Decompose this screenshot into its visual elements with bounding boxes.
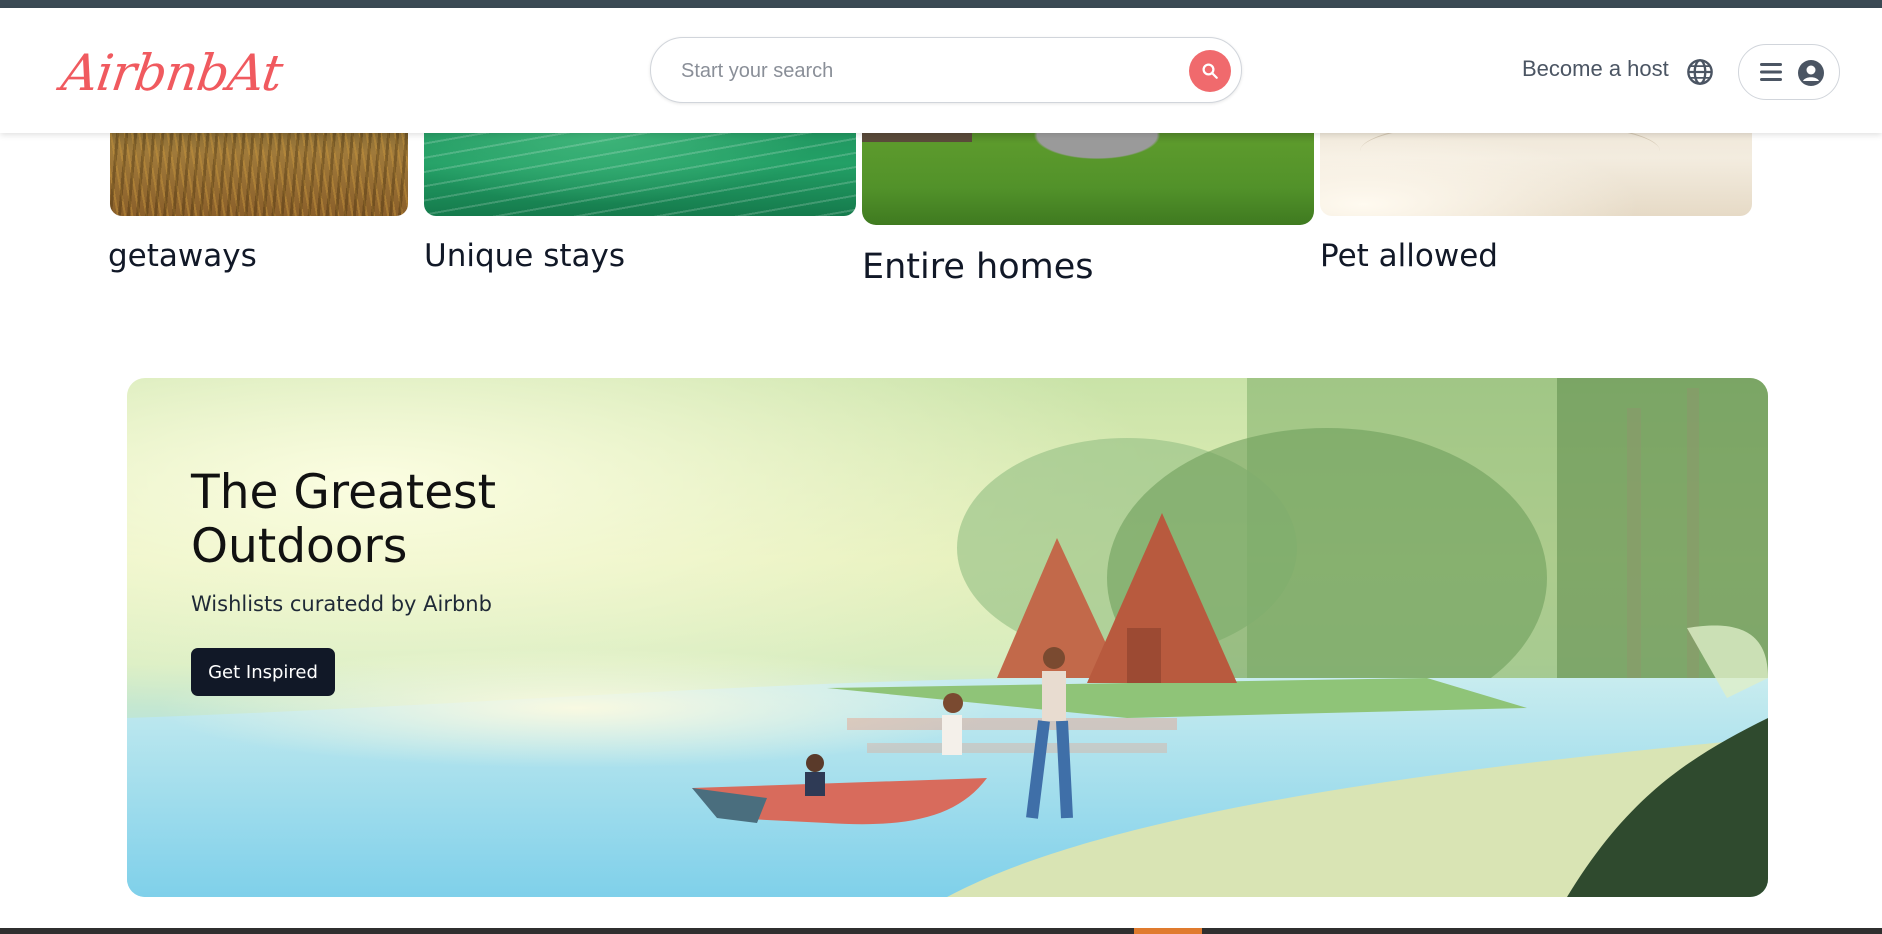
bottom-strip-segment	[1134, 928, 1202, 934]
become-host-link[interactable]: Become a host	[1522, 56, 1669, 82]
banner-illustration	[127, 378, 1768, 897]
banner-title: The Greatest Outdoors	[191, 465, 497, 574]
site-header: AirbnbAt Become a host	[0, 8, 1882, 133]
banner-subtitle: Wishlists curatedd by Airbnb	[191, 592, 492, 616]
bottom-strip	[0, 928, 1882, 934]
user-menu-button[interactable]	[1738, 44, 1840, 100]
search-button[interactable]	[1189, 50, 1231, 92]
category-label-unique-stays[interactable]: Unique stays	[424, 238, 625, 274]
outdoors-banner: The Greatest Outdoors Wishlists curatedd…	[127, 378, 1768, 897]
category-label-getaways[interactable]: getaways	[108, 238, 408, 274]
logo[interactable]: AirbnbAt	[58, 44, 286, 102]
search-icon	[1202, 63, 1218, 79]
search-bar[interactable]	[650, 37, 1242, 104]
window-top-strip	[0, 0, 1882, 8]
menu-icon	[1760, 63, 1782, 81]
get-inspired-button[interactable]: Get Inspired	[191, 648, 335, 696]
globe-icon[interactable]	[1686, 58, 1714, 86]
user-avatar-icon	[1798, 60, 1824, 86]
search-input[interactable]	[679, 38, 1153, 104]
category-label-entire-homes[interactable]: Entire homes	[862, 247, 1093, 287]
category-label-pet-allowed[interactable]: Pet allowed	[1320, 238, 1498, 274]
